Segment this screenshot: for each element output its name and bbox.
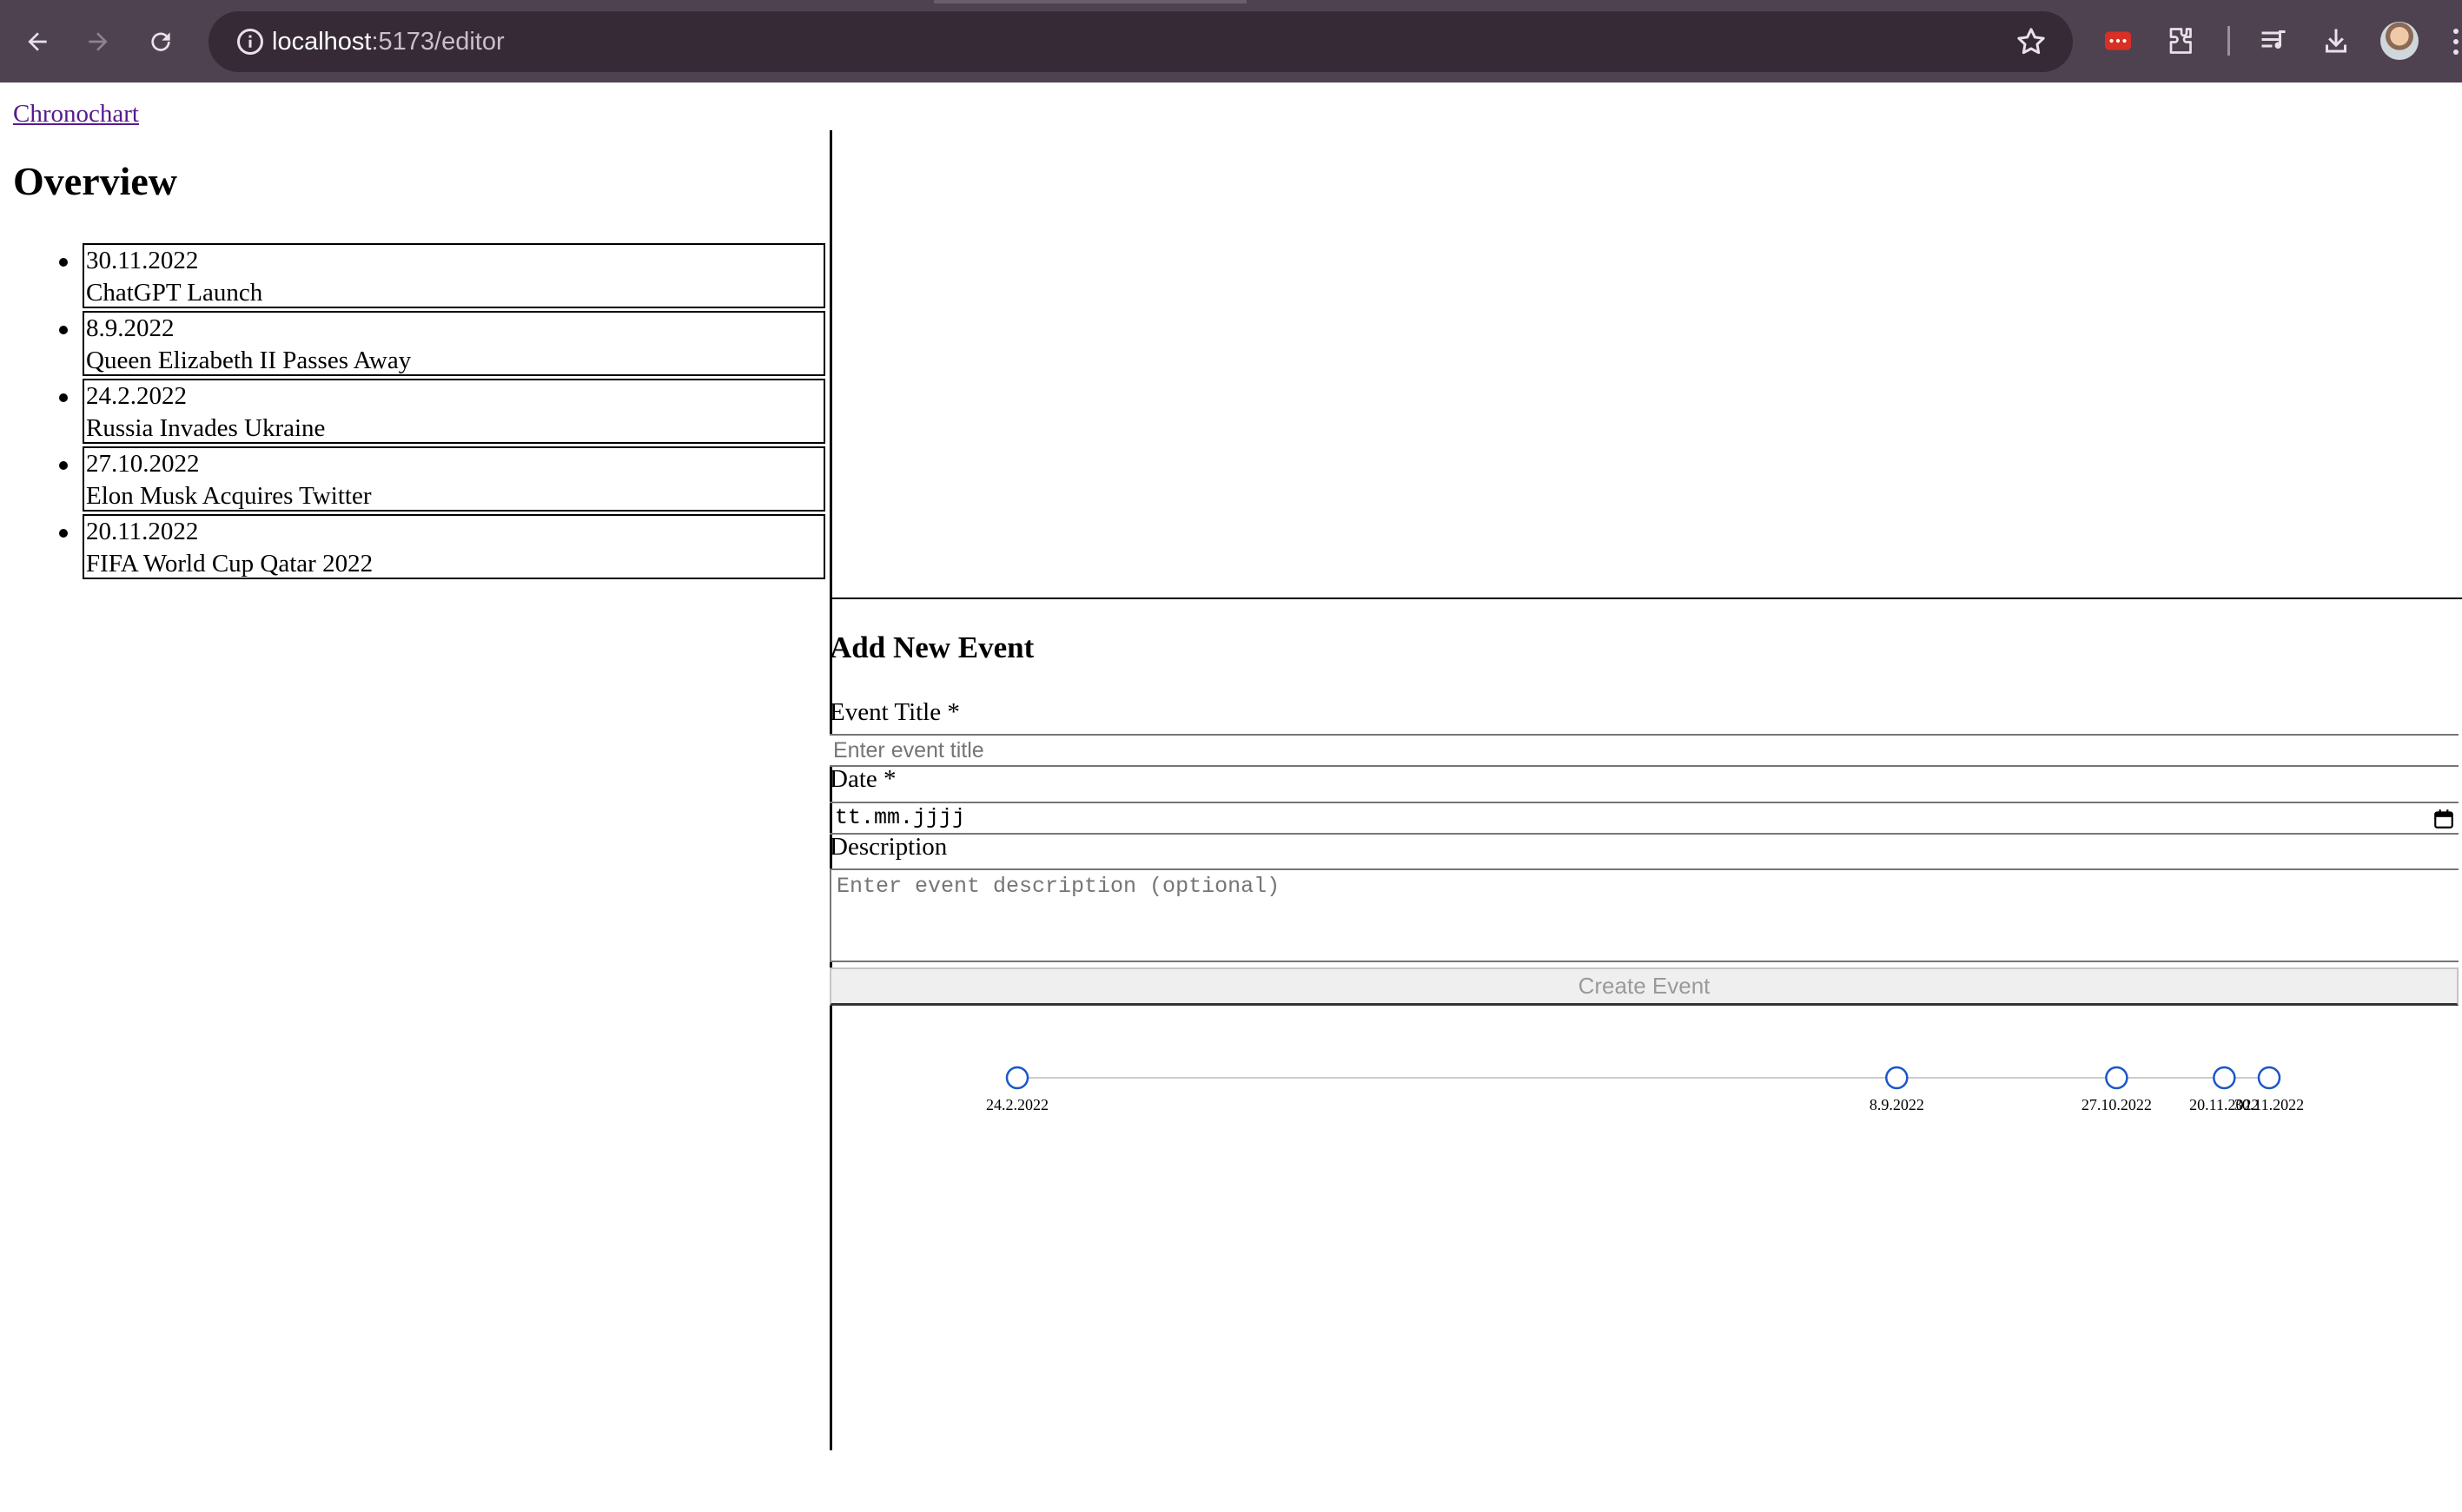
event-title: ChatGPT Launch <box>86 279 263 307</box>
event-list: 30.11.2022 ChatGPT Launch 8.9.2022 Queen… <box>0 243 830 582</box>
toolbar-divider <box>2227 26 2230 56</box>
address-bar[interactable]: localhost:5173/editor <box>208 11 2073 72</box>
event-list-item[interactable]: 24.2.2022 Russia Invades Ukraine <box>59 379 825 444</box>
overview-title: Overview <box>13 159 178 203</box>
event-title: Russia Invades Ukraine <box>86 414 326 442</box>
profile-avatar[interactable] <box>2380 22 2419 60</box>
more-menu-icon[interactable] <box>2450 24 2462 59</box>
page-content: Chronochart Overview 30.11.2022 ChatGPT … <box>0 83 2462 1512</box>
extensions-puzzle-icon[interactable] <box>2161 21 2201 61</box>
date-label: Date * <box>830 765 897 793</box>
timeline-date-label: 30.11.2022 <box>2234 1096 2304 1113</box>
event-title-label: Event Title * <box>830 698 960 726</box>
url-text[interactable]: localhost:5173/editor <box>272 26 505 57</box>
event-title: FIFA World Cup Qatar 2022 <box>86 550 374 578</box>
url-path: :5173/editor <box>371 28 505 56</box>
event-list-item[interactable]: 8.9.2022 Queen Elizabeth II Passes Away <box>59 311 825 376</box>
event-list-item[interactable]: 20.11.2022 FIFA World Cup Qatar 2022 <box>59 514 825 579</box>
event-date: 24.2.2022 <box>86 382 187 410</box>
description-textarea[interactable] <box>830 868 2459 962</box>
timeline-date-label: 24.2.2022 <box>986 1096 1049 1113</box>
event-title: Elon Musk Acquires Twitter <box>86 482 372 510</box>
timeline-event-marker[interactable] <box>1005 1066 1029 1090</box>
event-list-item[interactable]: 30.11.2022 ChatGPT Launch <box>59 243 825 308</box>
description-label: Description <box>830 833 948 861</box>
site-info-icon[interactable] <box>235 26 266 57</box>
password-manager-icon[interactable] <box>2098 21 2138 61</box>
timeline-event-marker[interactable] <box>2105 1066 2128 1090</box>
date-input[interactable]: tt.mm.jjjj <box>830 802 2459 835</box>
timeline-date-label: 8.9.2022 <box>1870 1096 1924 1113</box>
event-date: 20.11.2022 <box>86 518 199 545</box>
browser-toolbar: localhost:5173/editor <box>0 0 2462 83</box>
detail-panel <box>830 130 2462 599</box>
timeline-event-marker[interactable] <box>2213 1066 2236 1090</box>
timeline-date-label: 27.10.2022 <box>2081 1096 2152 1113</box>
create-event-button[interactable]: Create Event <box>830 967 2459 1006</box>
event-title-input[interactable] <box>830 734 2459 767</box>
home-link[interactable]: Chronochart <box>13 100 139 129</box>
active-tab-indicator <box>934 0 1247 3</box>
overview-panel: Overview 30.11.2022 ChatGPT Launch 8.9.2… <box>0 130 832 1450</box>
timeline-event-marker[interactable] <box>1885 1066 1909 1090</box>
date-placeholder: tt.mm.jjjj <box>835 805 966 830</box>
download-icon[interactable] <box>2316 21 2356 61</box>
url-host: localhost <box>272 28 372 56</box>
media-queue-icon[interactable] <box>2254 21 2293 61</box>
form-title: Add New Event <box>830 631 1035 664</box>
bookmark-star-icon[interactable] <box>2014 24 2048 59</box>
timeline-event-marker[interactable] <box>2257 1066 2281 1090</box>
event-list-item[interactable]: 27.10.2022 Elon Musk Acquires Twitter <box>59 446 825 512</box>
event-date: 8.9.2022 <box>86 314 175 342</box>
event-date: 30.11.2022 <box>86 247 199 274</box>
back-arrow-icon[interactable] <box>17 22 57 62</box>
event-title: Queen Elizabeth II Passes Away <box>86 347 412 374</box>
event-timeline-chart: 24.2.2022 8.9.2022 27.10.2022 20.11.202230.… <box>986 1066 2304 1113</box>
calendar-icon[interactable] <box>2432 808 2455 830</box>
reload-icon[interactable] <box>141 22 181 62</box>
timeline-marks: 24.2.2022 8.9.2022 27.10.2022 20.11.202230.… <box>986 1066 2304 1113</box>
event-date: 27.10.2022 <box>86 450 200 478</box>
forward-arrow-icon[interactable] <box>78 22 118 62</box>
